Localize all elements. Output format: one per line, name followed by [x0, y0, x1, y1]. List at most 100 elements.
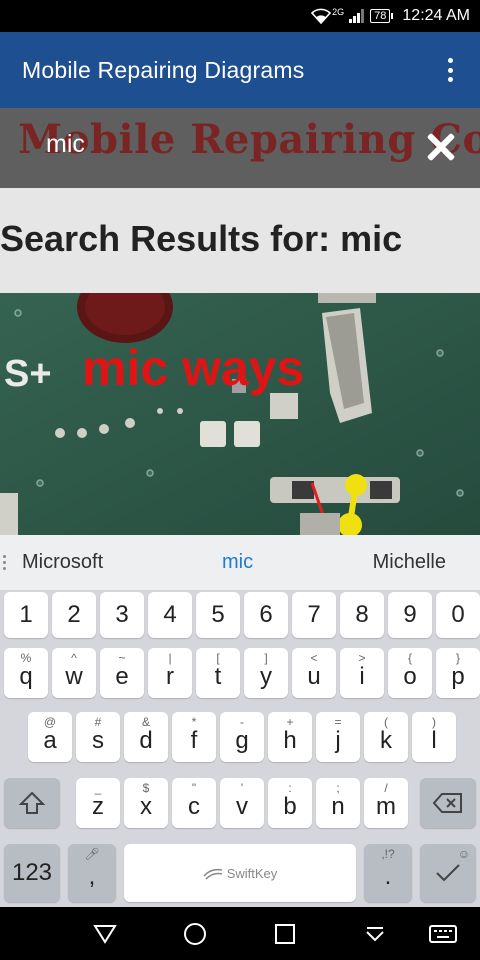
key-b-alt-label: : [288, 781, 292, 795]
key-q[interactable]: % q [4, 648, 48, 698]
key-z-label: z [92, 793, 104, 820]
key-t[interactable]: [t [196, 648, 240, 698]
key-n-alt-label: ; [336, 781, 340, 795]
home-icon[interactable] [180, 919, 210, 949]
suggestion-bar: Microsoft mic Michelle [0, 535, 480, 590]
key-7-label: 7 [307, 601, 321, 628]
suggestion-3[interactable]: Michelle [373, 551, 446, 574]
key-g[interactable]: -g [220, 712, 264, 762]
period-key-label: . [384, 863, 392, 890]
results-heading: Search Results for: mic [0, 218, 402, 260]
period-key[interactable]: ,!?. [364, 844, 412, 902]
key-h[interactable]: + h [268, 712, 312, 762]
key-8[interactable]: 8 [340, 592, 384, 638]
key-v-label: v [236, 793, 248, 820]
key-l[interactable]: ) l [412, 712, 456, 762]
suggestion-2[interactable]: mic [222, 551, 253, 574]
enter-key[interactable]: ☺ [420, 844, 476, 902]
comma-key[interactable]: 🎤︎, [68, 844, 116, 902]
pcb-photo [0, 293, 480, 535]
key-a-alt-label: @ [43, 715, 57, 729]
key-i-alt-label: > [358, 651, 366, 665]
key-u[interactable]: < u [292, 648, 336, 698]
key-0[interactable]: 0 [436, 592, 480, 638]
key-o[interactable]: {o [388, 648, 432, 698]
key-v[interactable]: ' v [220, 778, 264, 828]
back-icon[interactable] [90, 919, 120, 949]
symbols-key[interactable]: 123 [4, 844, 60, 902]
key-7[interactable]: 7 [292, 592, 336, 638]
key-m[interactable]: / m [364, 778, 408, 828]
key-a[interactable]: @ a [28, 712, 72, 762]
key-b[interactable]: :b [268, 778, 312, 828]
key-e-label: e [115, 663, 129, 690]
search-bar: Mobile Repairing Course mic [0, 108, 480, 188]
key-6[interactable]: 6 [244, 592, 288, 638]
key-d-alt-label: & [141, 715, 150, 729]
key-p-alt-label: } [455, 651, 460, 665]
space-label-text: SwiftKey [226, 865, 278, 881]
key-2[interactable]: 2 [52, 592, 96, 638]
image-overlay-text: mic ways [82, 340, 305, 396]
key-x[interactable]: $ x [124, 778, 168, 828]
key-y[interactable]: ] y [244, 648, 288, 698]
key-a-label: a [43, 727, 57, 754]
backspace-key[interactable] [420, 778, 476, 828]
shift-key[interactable] [4, 778, 60, 828]
keyboard: Microsoft mic Michelle 1 2 3 4 5 6 7 8 9 0% q ^ w ~ e |… [0, 535, 480, 907]
key-r-label: r [166, 663, 174, 690]
key-s-label: s [92, 727, 104, 754]
key-p[interactable]: } p [436, 648, 480, 698]
key-8-label: 8 [355, 601, 369, 628]
recents-icon[interactable] [270, 919, 300, 949]
key-f-alt-label: * [191, 715, 197, 729]
key-9[interactable]: 9 [388, 592, 432, 638]
key-w[interactable]: ^ w [52, 648, 96, 698]
key-x-label: x [140, 793, 152, 820]
key-6-label: 6 [259, 601, 273, 628]
key-r[interactable]: | r [148, 648, 192, 698]
key-j-alt-label: = [334, 715, 342, 729]
search-input[interactable]: mic [46, 130, 85, 159]
key-q-alt-label: % [20, 651, 32, 665]
key-5[interactable]: 5 [196, 592, 240, 638]
key-s-alt-label: # [94, 715, 102, 729]
key-1[interactable]: 1 [4, 592, 48, 638]
hide-keyboard-icon[interactable] [360, 919, 390, 949]
key-k[interactable]: (k [364, 712, 408, 762]
key-2-label: 2 [67, 601, 81, 628]
key-n[interactable]: ; n [316, 778, 360, 828]
overflow-menu-icon[interactable] [440, 56, 460, 84]
key-w-alt-label: ^ [71, 651, 77, 665]
key-c[interactable]: " c [172, 778, 216, 828]
key-3[interactable]: 3 [100, 592, 144, 638]
key-p-label: p [451, 663, 465, 690]
suggestion-1[interactable]: Microsoft [22, 551, 103, 574]
key-i[interactable]: > i [340, 648, 384, 698]
key-s[interactable]: # s [76, 712, 120, 762]
key-t-alt-label: [ [216, 651, 220, 665]
key-z[interactable]: _ z [76, 778, 120, 828]
close-icon[interactable] [426, 132, 456, 162]
status-icons: 2G 78 12:24 AM [311, 7, 470, 25]
key-j[interactable]: = j [316, 712, 360, 762]
result-image[interactable]: S+ mic ways [0, 293, 480, 535]
keyboard-switch-icon[interactable] [428, 919, 458, 949]
key-c-label: c [188, 793, 200, 820]
results-heading-prefix: Search Results for: [0, 218, 341, 259]
key-1-label: 1 [19, 601, 33, 628]
status-bar: 2G 78 12:24 AM [0, 0, 480, 32]
key-e[interactable]: ~ e [100, 648, 144, 698]
key-f[interactable]: * f [172, 712, 216, 762]
key-i-label: i [359, 663, 365, 690]
key-d[interactable]: & d [124, 712, 168, 762]
key-j-label: j [335, 727, 341, 754]
suggestion-handle-icon[interactable] [3, 555, 7, 570]
key-4-label: 4 [163, 601, 177, 628]
key-x-alt-label: $ [142, 781, 150, 795]
space-key[interactable]: SwiftKey [124, 844, 356, 902]
key-q-label: q [19, 663, 33, 690]
wifi-icon [311, 8, 332, 24]
key-4[interactable]: 4 [148, 592, 192, 638]
app-title: Mobile Repairing Diagrams [22, 56, 305, 83]
